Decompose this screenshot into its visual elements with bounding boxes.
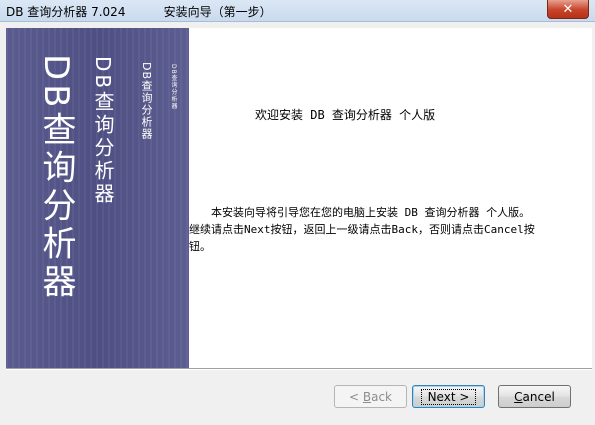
next-button[interactable]: Next > (412, 385, 485, 408)
button-separator (6, 368, 592, 370)
wizard-description: 本安装向导将引导您在您的电脑上安装 DB 查询分析器 个人版。继续请点击Next… (189, 206, 535, 253)
wizard-content-panel: 欢迎安装 DB 查询分析器 个人版 本安装向导将引导您在您的电脑上安装 DB 查… (189, 28, 592, 368)
wizard-client-area: DB查询分析器 DB查询分析器 DB查询分析器 DB查询分析器 欢迎安装 DB … (3, 22, 592, 422)
welcome-heading: 欢迎安装 DB 查询分析器 个人版 (255, 108, 436, 122)
back-button[interactable]: < Back (334, 385, 407, 408)
close-button[interactable]: ✕ (547, 0, 589, 19)
title-bar: DB 查询分析器 7.024 安装向导（第一步） ✕ (0, 0, 595, 22)
cancel-button[interactable]: Cancel (498, 385, 571, 408)
banner-title-large: DB查询分析器 (36, 54, 76, 302)
close-icon: ✕ (562, 1, 574, 17)
next-button-label: Next > (420, 388, 477, 405)
window-title: DB 查询分析器 7.024 安装向导（第一步） (6, 5, 272, 19)
banner-title-medium: DB查询分析器 (91, 56, 115, 207)
side-banner: DB查询分析器 DB查询分析器 DB查询分析器 DB查询分析器 (6, 28, 189, 368)
banner-title-small: DB查询分析器 (140, 62, 153, 141)
banner-title-tiny: DB查询分析器 (170, 64, 177, 110)
